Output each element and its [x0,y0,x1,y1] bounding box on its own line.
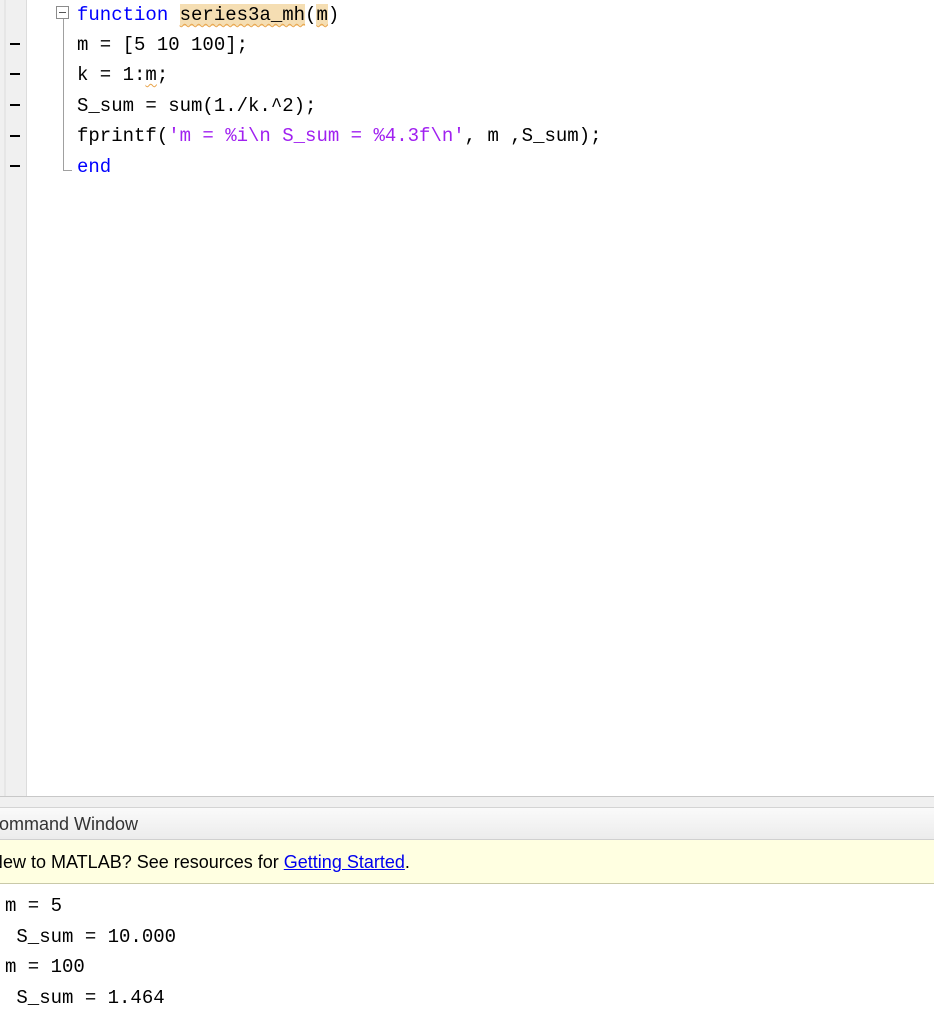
keyword: function [77,4,169,26]
editor-gutter [0,0,27,796]
fold-end-marker [63,170,72,171]
fold-collapse-icon[interactable] [56,6,69,19]
code-line-2[interactable]: m = [5 10 100]; [77,30,248,60]
paren-close: ) [327,4,340,26]
code-line-6[interactable]: end [77,152,111,182]
code-editor[interactable]: function series3a_mh(m) m = [5 10 100]; … [0,0,934,796]
line-marker [10,135,20,137]
paren-open: ( [305,4,317,26]
line-marker [10,165,20,167]
code-text: fprintf( [77,125,169,147]
command-window-titlebar[interactable]: Command Window [0,808,934,840]
code-text: , m ,S_sum); [464,125,602,147]
function-name: series3a_mh [179,4,306,26]
string-literal: 'm = %i\n S_sum = %4.3f\n' [168,125,465,147]
gutter-rule [4,0,6,796]
info-text: New to MATLAB? See resources for Getting… [0,852,410,873]
output-line: m = 100 [5,956,85,978]
output-line: S_sum = 1.464 [5,987,165,1009]
panel-splitter[interactable] [0,796,934,808]
code-line-3[interactable]: k = 1:m; [77,60,168,90]
code-text: k = 1: [77,64,146,86]
line-marker [10,104,20,106]
code-text: m = [5 10 100]; [77,34,249,56]
getting-started-link[interactable]: Getting Started [284,852,405,872]
info-suffix: . [404,852,410,872]
code-text: ; [156,64,169,86]
command-window-title: Command Window [0,814,139,834]
function-arg: m [316,4,328,26]
warning-var: m [145,64,157,86]
fold-line [63,19,64,170]
output-line: m = 5 [5,895,63,917]
line-marker [10,43,20,45]
output-line: S_sum = 10.000 [5,926,177,948]
line-marker [10,73,20,75]
keyword: end [77,156,112,178]
code-line-1[interactable]: function series3a_mh(m) [77,0,339,30]
code-line-5[interactable]: fprintf('m = %i\n S_sum = %4.3f\n', m ,S… [77,121,602,151]
code-line-4[interactable]: S_sum = sum(1./k.^2); [77,91,316,121]
code-text: S_sum = sum(1./k.^2); [77,95,317,117]
info-bar: New to MATLAB? See resources for Getting… [0,840,934,884]
info-prefix: New to MATLAB? See resources for [0,852,284,872]
